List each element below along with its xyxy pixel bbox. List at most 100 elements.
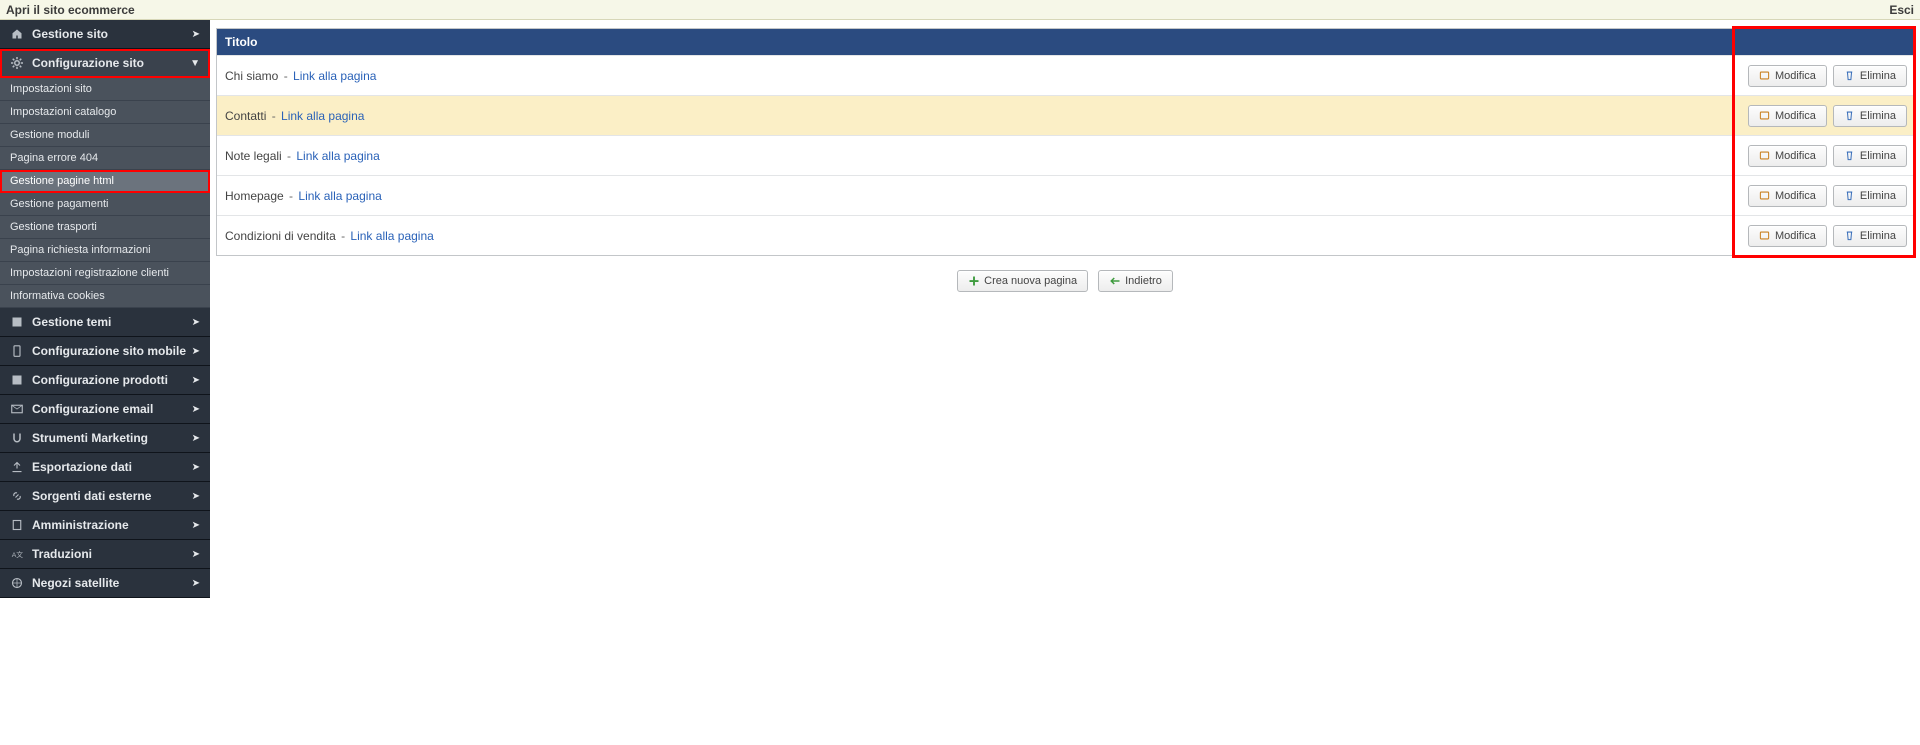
sidebar-sub-impostazioni-catalogo[interactable]: Impostazioni catalogo bbox=[0, 101, 210, 124]
delete-button[interactable]: Elimina bbox=[1833, 225, 1907, 247]
delete-button[interactable]: Elimina bbox=[1833, 145, 1907, 167]
back-label: Indietro bbox=[1125, 275, 1162, 287]
sidebar-item-configurazione-prodotti[interactable]: Configurazione prodotti ➤ bbox=[0, 366, 210, 395]
sidebar-item-sorgenti-dati-esterne[interactable]: Sorgenti dati esterne ➤ bbox=[0, 482, 210, 511]
modify-label: Modifica bbox=[1775, 70, 1816, 82]
edit-icon bbox=[1759, 110, 1771, 122]
sidebar-sub-impostazioni-registrazione-clienti[interactable]: Impostazioni registrazione clienti bbox=[0, 262, 210, 285]
sidebar-item-gestione-temi[interactable]: Gestione temi ➤ bbox=[0, 308, 210, 337]
modify-button[interactable]: Modifica bbox=[1748, 185, 1827, 207]
row-title-cell: Condizioni di vendita - Link alla pagina bbox=[217, 223, 1733, 249]
sidebar-sub-gestione-pagine-html[interactable]: Gestione pagine html bbox=[0, 170, 210, 193]
row-title-cell: Chi siamo - Link alla pagina bbox=[217, 63, 1733, 89]
table-header-actions bbox=[1735, 29, 1913, 55]
chevron-right-icon: ➤ bbox=[192, 462, 200, 473]
trash-icon bbox=[1844, 190, 1856, 202]
top-bar: Apri il sito ecommerce Esci bbox=[0, 0, 1920, 20]
sidebar-sub-informativa-cookies[interactable]: Informativa cookies bbox=[0, 285, 210, 308]
row-title-cell: Homepage - Link alla pagina bbox=[217, 183, 1733, 209]
sidebar-item-negozi-satellite[interactable]: Negozi satellite ➤ bbox=[0, 569, 210, 598]
modify-label: Modifica bbox=[1775, 110, 1816, 122]
modify-label: Modifica bbox=[1775, 190, 1816, 202]
delete-label: Elimina bbox=[1860, 150, 1896, 162]
chevron-right-icon: ➤ bbox=[192, 578, 200, 589]
page-link[interactable]: Link alla pagina bbox=[293, 69, 376, 83]
modify-button[interactable]: Modifica bbox=[1748, 145, 1827, 167]
modify-button[interactable]: Modifica bbox=[1748, 105, 1827, 127]
plus-icon bbox=[968, 275, 980, 287]
sidebar-item-configurazione-email[interactable]: Configurazione email ➤ bbox=[0, 395, 210, 424]
delete-button[interactable]: Elimina bbox=[1833, 185, 1907, 207]
separator: - bbox=[268, 109, 279, 123]
separator: - bbox=[284, 149, 295, 163]
puzzle-icon bbox=[10, 373, 24, 387]
sidebar-item-label: Esportazione dati bbox=[32, 460, 192, 474]
delete-label: Elimina bbox=[1860, 110, 1896, 122]
delete-label: Elimina bbox=[1860, 70, 1896, 82]
link-icon bbox=[10, 489, 24, 503]
separator: - bbox=[286, 189, 297, 203]
sidebar-item-label: Configurazione sito bbox=[32, 56, 190, 70]
table-row-actions: Modifica Elimina bbox=[1735, 55, 1913, 95]
page-link[interactable]: Link alla pagina bbox=[350, 229, 433, 243]
sidebar-sub-impostazioni-sito[interactable]: Impostazioni sito bbox=[0, 78, 210, 101]
page-link[interactable]: Link alla pagina bbox=[281, 109, 364, 123]
sidebar-item-traduzioni[interactable]: A文 Traduzioni ➤ bbox=[0, 540, 210, 569]
page-link[interactable]: Link alla pagina bbox=[296, 149, 379, 163]
modify-button[interactable]: Modifica bbox=[1748, 225, 1827, 247]
delete-button[interactable]: Elimina bbox=[1833, 105, 1907, 127]
chevron-right-icon: ➤ bbox=[192, 317, 200, 328]
magnet-icon bbox=[10, 431, 24, 445]
page-title-text: Condizioni di vendita bbox=[225, 229, 336, 243]
sidebar-sub-gestione-moduli[interactable]: Gestione moduli bbox=[0, 124, 210, 147]
delete-label: Elimina bbox=[1860, 190, 1896, 202]
page-title-text: Note legali bbox=[225, 149, 282, 163]
sidebar-item-label: Strumenti Marketing bbox=[32, 431, 192, 445]
table-row: Note legali - Link alla pagina bbox=[217, 135, 1733, 175]
back-button[interactable]: Indietro bbox=[1098, 270, 1173, 292]
separator: - bbox=[280, 69, 291, 83]
create-new-page-button[interactable]: Crea nuova pagina bbox=[957, 270, 1088, 292]
delete-button[interactable]: Elimina bbox=[1833, 65, 1907, 87]
sidebar-item-configurazione-sito-mobile[interactable]: Configurazione sito mobile ➤ bbox=[0, 337, 210, 366]
trash-icon bbox=[1844, 110, 1856, 122]
home-icon bbox=[10, 27, 24, 41]
row-actions: Modifica Elimina bbox=[1735, 181, 1913, 211]
sidebar-item-amministrazione[interactable]: Amministrazione ➤ bbox=[0, 511, 210, 540]
sidebar-sub-gestione-trasporti[interactable]: Gestione trasporti bbox=[0, 216, 210, 239]
row-title-cell: Contatti - Link alla pagina bbox=[217, 103, 1733, 129]
sidebar: Gestione sito ➤ Configurazione sito ▼ Im… bbox=[0, 20, 210, 598]
footer-actions: Crea nuova pagina Indietro bbox=[216, 270, 1914, 292]
svg-text:A文: A文 bbox=[12, 550, 23, 559]
chevron-right-icon: ➤ bbox=[192, 520, 200, 531]
create-label: Crea nuova pagina bbox=[984, 275, 1077, 287]
sidebar-sub-pagina-richiesta-informazioni[interactable]: Pagina richiesta informazioni bbox=[0, 239, 210, 262]
export-icon bbox=[10, 460, 24, 474]
edit-icon bbox=[1759, 150, 1771, 162]
separator: - bbox=[338, 229, 349, 243]
page-link[interactable]: Link alla pagina bbox=[298, 189, 381, 203]
sidebar-item-esportazione-dati[interactable]: Esportazione dati ➤ bbox=[0, 453, 210, 482]
mobile-icon bbox=[10, 344, 24, 358]
row-actions: Modifica Elimina bbox=[1735, 101, 1913, 131]
sidebar-item-gestione-sito[interactable]: Gestione sito ➤ bbox=[0, 20, 210, 49]
sidebar-item-configurazione-sito[interactable]: Configurazione sito ▼ bbox=[0, 49, 210, 78]
sidebar-sub-gestione-pagamenti[interactable]: Gestione pagamenti bbox=[0, 193, 210, 216]
table-row-actions: Modifica Elimina bbox=[1735, 95, 1913, 135]
row-actions: Modifica Elimina bbox=[1735, 61, 1913, 91]
modify-button[interactable]: Modifica bbox=[1748, 65, 1827, 87]
sidebar-item-strumenti-marketing[interactable]: Strumenti Marketing ➤ bbox=[0, 424, 210, 453]
logout-link[interactable]: Esci bbox=[1889, 3, 1914, 17]
edit-icon bbox=[1759, 230, 1771, 242]
page-title-text: Chi siamo bbox=[225, 69, 278, 83]
table-header: Titolo bbox=[217, 29, 1733, 55]
table-row-actions: Modifica Elimina bbox=[1735, 135, 1913, 175]
modify-label: Modifica bbox=[1775, 150, 1816, 162]
sidebar-item-label: Negozi satellite bbox=[32, 576, 192, 590]
open-site-link[interactable]: Apri il sito ecommerce bbox=[6, 3, 135, 17]
column-header-actions bbox=[1735, 29, 1913, 55]
sidebar-sub-pagina-errore-404[interactable]: Pagina errore 404 bbox=[0, 147, 210, 170]
page-title-text: Contatti bbox=[225, 109, 266, 123]
chevron-down-icon: ▼ bbox=[190, 58, 200, 69]
chevron-right-icon: ➤ bbox=[192, 491, 200, 502]
